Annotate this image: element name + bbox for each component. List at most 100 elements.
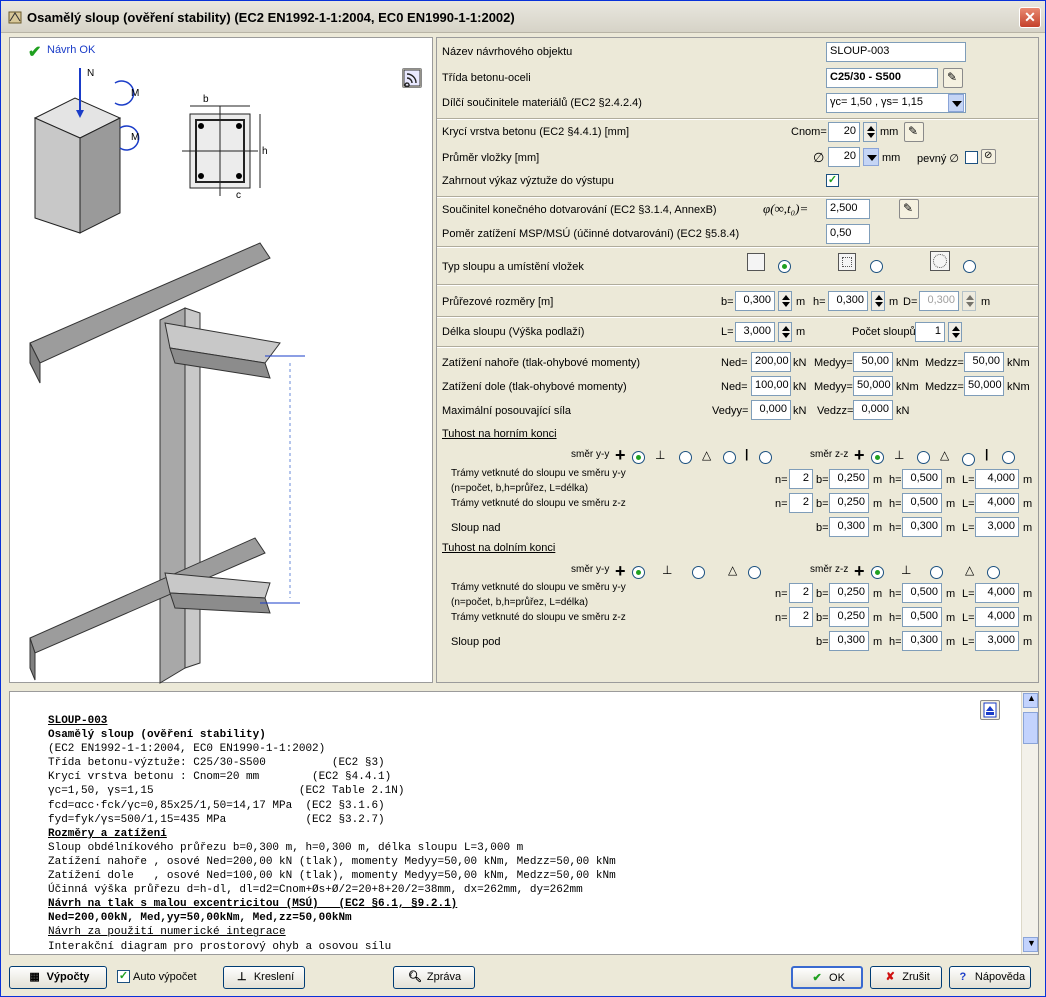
report-line: Účinná výška průřezu d=h-dl, dl=d2=Cnom+… (48, 884, 583, 897)
report-button[interactable]: 🔍︎ Zpráva (393, 966, 475, 989)
bot-y-h-input[interactable]: 0,500 (902, 583, 942, 603)
ok-button[interactable]: ✔ OK (791, 966, 863, 989)
top-y-L-input[interactable]: 4,000 (975, 469, 1019, 489)
app-icon (8, 11, 22, 24)
cnom-edit-button[interactable]: ✎ (904, 122, 924, 142)
bot-z-hinge-radio[interactable] (987, 566, 1000, 579)
b-input[interactable]: 0,300 (735, 291, 775, 311)
draw-button[interactable]: ⊥ Kreslení (223, 966, 305, 989)
count-spinner[interactable] (948, 322, 962, 342)
h-label: h= (889, 522, 902, 534)
close-button[interactable]: ✕ (1019, 7, 1041, 28)
cnom-spinner[interactable] (863, 122, 877, 142)
scroll-up-button[interactable]: ▲ (1023, 693, 1038, 708)
bot-y-hinge-radio[interactable] (748, 566, 761, 579)
bot-z-h-input[interactable]: 0,500 (902, 607, 942, 627)
vedyy-input[interactable]: 0,000 (751, 400, 791, 420)
bot-y-n-input[interactable]: 2 (789, 583, 813, 603)
creep-input[interactable]: 2,500 (826, 199, 870, 219)
edit-icon: ✎ (908, 124, 919, 138)
unit-m: m (873, 498, 883, 510)
creep-edit-button[interactable]: ✎ (899, 199, 919, 219)
bot-col-L-input[interactable]: 3,000 (975, 631, 1019, 651)
scroll-thumb[interactable] (1023, 712, 1038, 744)
scroll-down-button[interactable]: ▼ (1023, 937, 1038, 952)
b-label: b= (816, 588, 829, 600)
fixed-diam-button[interactable]: ⊘ (981, 149, 996, 164)
class-select-button[interactable]: ✎ (943, 68, 963, 88)
top-z-fixed-radio[interactable] (871, 451, 884, 464)
calc-button[interactable]: ▦ Výpočty (9, 966, 107, 989)
bot-z-L-input[interactable]: 4,000 (975, 607, 1019, 627)
h-spinner[interactable] (871, 291, 885, 311)
bot-beams-z-label: Trámy vetknuté do sloupu ve směru z-z (451, 612, 626, 623)
pinned-support-icon: ⊥ (901, 563, 912, 577)
report-panel: SLOUP-003 Osamělý sloup (ověření stabili… (9, 691, 1039, 955)
top-y-hinge-radio[interactable] (723, 451, 736, 464)
bot-medzz-input[interactable]: 50,000 (964, 376, 1004, 396)
factors-select[interactable]: γc= 1,50 , γs= 1,15 (826, 93, 966, 113)
top-medzz-input[interactable]: 50,00 (964, 352, 1004, 372)
top-col-h-input[interactable]: 0,300 (902, 517, 942, 537)
report-export-button[interactable] (980, 700, 1000, 720)
top-y-n-input[interactable]: 2 (789, 469, 813, 489)
name-input[interactable]: SLOUP-003 (826, 42, 966, 62)
top-z-hinge-radio[interactable] (962, 453, 975, 466)
cancel-button[interactable]: ✘ Zrušit (870, 966, 942, 989)
include-checkbox[interactable]: ✓ (826, 174, 839, 187)
top-y-pinned-radio[interactable] (679, 451, 692, 464)
check-icon: ✔ (812, 972, 822, 984)
bot-z-n-input[interactable]: 2 (789, 607, 813, 627)
diam-input[interactable]: 20 (828, 147, 860, 167)
bot-col-h-input[interactable]: 0,300 (902, 631, 942, 651)
b-spinner[interactable] (778, 291, 792, 311)
l-input[interactable]: 3,000 (735, 322, 775, 342)
bot-y-L-input[interactable]: 4,000 (975, 583, 1019, 603)
class-input[interactable]: C25/30 - S500 (826, 68, 938, 88)
L-label: L= (962, 588, 975, 600)
top-z-L-input[interactable]: 4,000 (975, 493, 1019, 513)
bot-y-b-input[interactable]: 0,250 (829, 583, 869, 603)
top-z-free-radio[interactable] (1002, 451, 1015, 464)
l-spinner[interactable] (778, 322, 792, 342)
report-scrollbar[interactable]: ▲ ▼ (1021, 692, 1038, 954)
bot-z-b-input[interactable]: 0,250 (829, 607, 869, 627)
top-col-L-input[interactable]: 3,000 (975, 517, 1019, 537)
top-medyy-input[interactable]: 50,00 (853, 352, 893, 372)
type-circular-radio[interactable] (963, 260, 976, 273)
factors-dropdown-arrow[interactable] (948, 94, 964, 112)
type-rect-radio[interactable] (778, 260, 791, 273)
help-button[interactable]: ? Nápověda (949, 966, 1031, 989)
top-y-b-input[interactable]: 0,250 (829, 469, 869, 489)
diam-dropdown[interactable] (863, 148, 879, 166)
cnom-input[interactable]: 20 (828, 122, 860, 142)
top-z-n-input[interactable]: 2 (789, 493, 813, 513)
input-form: Název návrhového objektu SLOUP-003 Třída… (436, 37, 1039, 683)
top-y-h-input[interactable]: 0,500 (902, 469, 942, 489)
vedzz-input[interactable]: 0,000 (853, 400, 893, 420)
top-y-free-radio[interactable] (759, 451, 772, 464)
top-z-h-input[interactable]: 0,500 (902, 493, 942, 513)
b-label: b= (816, 522, 829, 534)
h-label: h= (889, 498, 902, 510)
fixed-checkbox[interactable] (965, 151, 978, 164)
bot-col-b-input[interactable]: 0,300 (829, 631, 869, 651)
bot-y-fixed-radio[interactable] (632, 566, 645, 579)
bot-ned-input[interactable]: 100,00 (751, 376, 791, 396)
bot-medzz-label: Medzz= (925, 381, 964, 393)
top-col-b-input[interactable]: 0,300 (829, 517, 869, 537)
top-ned-input[interactable]: 200,00 (751, 352, 791, 372)
auto-calc-checkbox[interactable]: ✓ (117, 970, 130, 983)
type-rect-dist-radio[interactable] (870, 260, 883, 273)
bot-z-fixed-radio[interactable] (871, 566, 884, 579)
ratio-input[interactable]: 0,50 (826, 224, 870, 244)
h-input[interactable]: 0,300 (828, 291, 868, 311)
bot-medyy-input[interactable]: 50,000 (853, 376, 893, 396)
top-z-b-input[interactable]: 0,250 (829, 493, 869, 513)
report-line: SLOUP-003 (48, 715, 108, 727)
count-input[interactable]: 1 (915, 322, 945, 342)
bot-z-pinned-radio[interactable] (930, 566, 943, 579)
bot-y-pinned-radio[interactable] (692, 566, 705, 579)
top-z-pinned-radio[interactable] (917, 451, 930, 464)
top-y-fixed-radio[interactable] (632, 451, 645, 464)
